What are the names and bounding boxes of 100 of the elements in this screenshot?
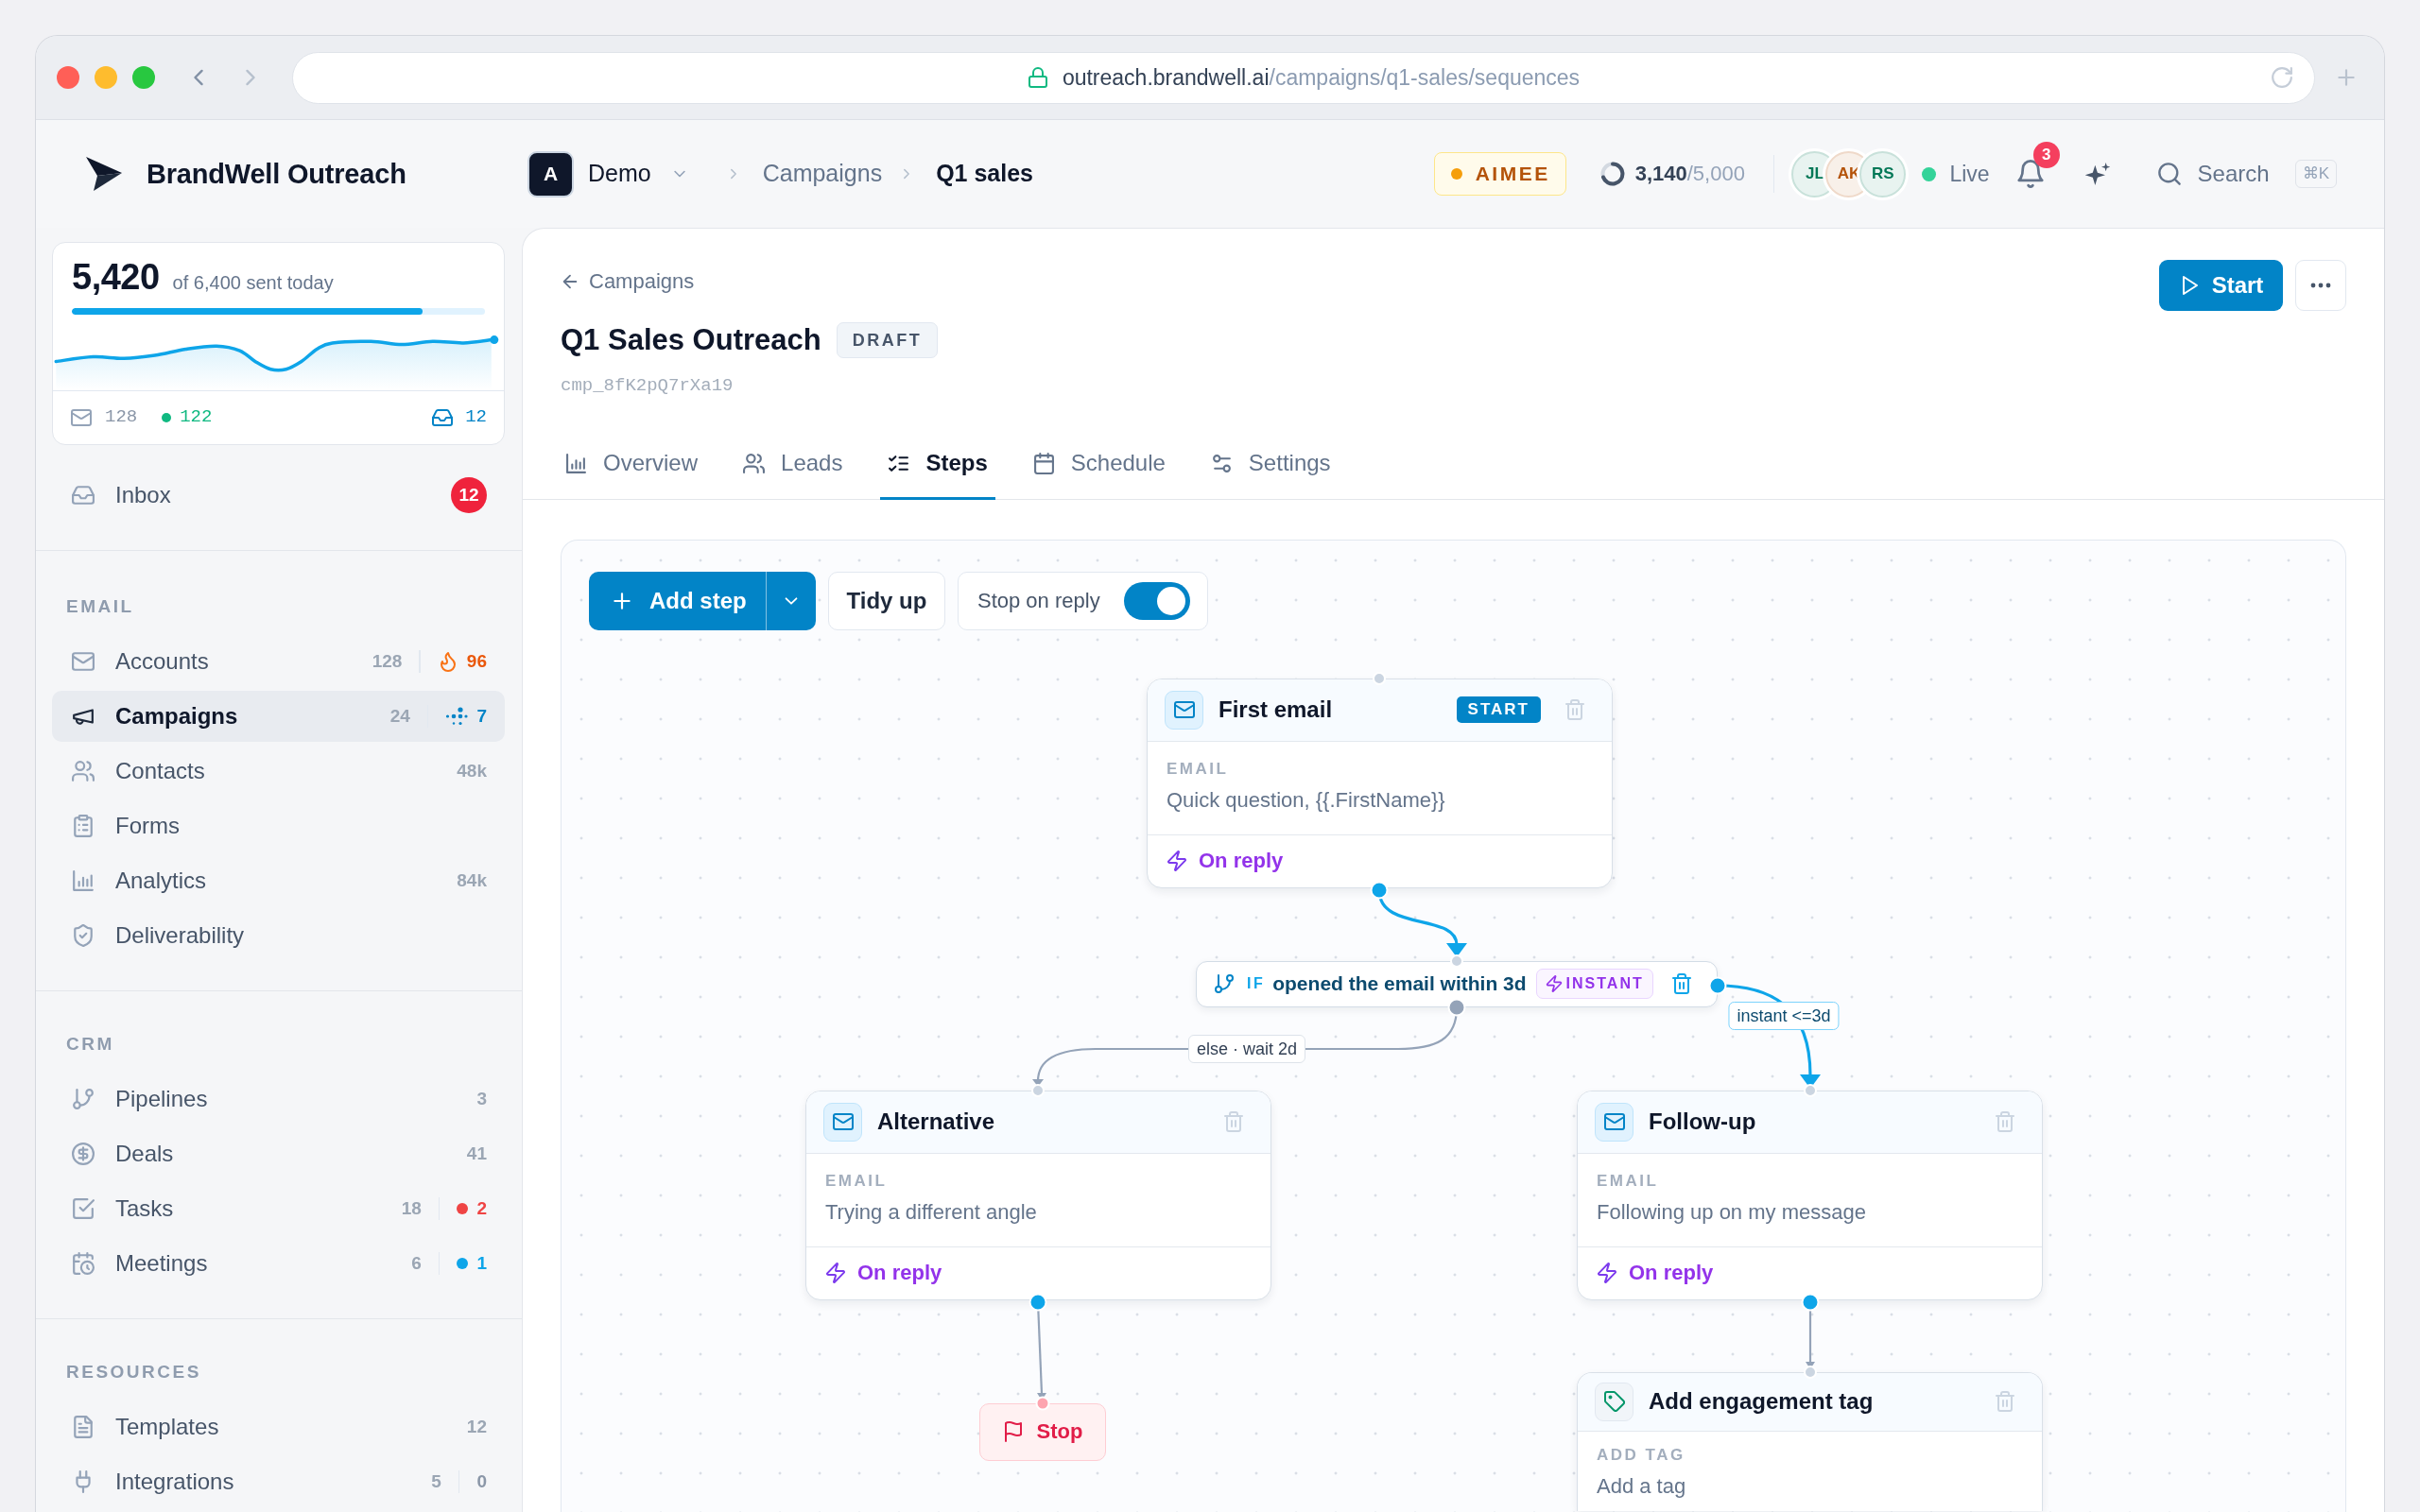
delivered-count: 122 <box>180 406 213 429</box>
nav-item[interactable]: Accounts 128 96 <box>52 636 505 687</box>
more-button[interactable] <box>2295 260 2346 311</box>
sent-caption: of 6,400 sent today <box>172 271 334 295</box>
lightning-icon <box>1167 850 1187 871</box>
dots-icon <box>445 707 469 726</box>
item-count: 6 <box>411 1252 422 1275</box>
trash-icon[interactable] <box>1995 1111 2015 1132</box>
more-icon <box>2310 283 2331 288</box>
tab[interactable]: Steps <box>880 430 995 500</box>
status-badge: DRAFT <box>836 322 939 358</box>
section-heading: CRM <box>66 1033 115 1056</box>
connection-handle[interactable] <box>1373 671 1386 685</box>
step-title: Follow-up <box>1649 1108 1756 1136</box>
sliders-icon <box>1210 452 1233 474</box>
reload-icon[interactable] <box>2271 66 2293 89</box>
breadcrumb-link[interactable]: Campaigns <box>762 159 883 189</box>
section-heading: EMAIL <box>66 595 135 618</box>
subject-text: Trying a different angle <box>825 1198 1038 1226</box>
window-zoom-button[interactable] <box>132 66 155 89</box>
toggle-switch[interactable] <box>1124 581 1190 620</box>
nav-item[interactable]: Templates 12 <box>52 1401 505 1452</box>
mail-icon <box>823 1102 862 1142</box>
item-count: 24 <box>389 705 410 728</box>
lightning-icon <box>1545 975 1563 992</box>
step-title: Add engagement tag <box>1649 1387 1874 1416</box>
trigger-label: On reply <box>857 1260 942 1286</box>
trash-icon[interactable] <box>1223 1111 1244 1132</box>
tab[interactable]: Overview <box>558 430 706 500</box>
tag-icon <box>1595 1382 1634 1421</box>
address-bar[interactable]: outreach.brandwell.ai/campaigns/q1-sales/sequences <box>292 51 2315 104</box>
secondary-count: 2 <box>476 1197 487 1220</box>
item-count: 12 <box>466 1416 487 1438</box>
connection-handle[interactable] <box>1450 954 1463 968</box>
tab[interactable]: Leads <box>735 430 851 500</box>
nav-item[interactable]: Pipelines 3 <box>52 1074 505 1125</box>
tab[interactable]: Schedule <box>1025 430 1173 500</box>
secondary-count: 96 <box>466 650 487 673</box>
nav-item[interactable]: Campaigns 24 7 <box>52 691 505 742</box>
lightning-icon <box>1597 1263 1617 1283</box>
window-minimize-button[interactable] <box>95 66 117 89</box>
add-step-button[interactable]: Add step <box>589 571 766 630</box>
page-title: Q1 Sales Outreach <box>561 322 821 358</box>
tidy-up-button[interactable]: Tidy up <box>828 571 945 630</box>
mail-icon <box>1595 1102 1634 1142</box>
connection-handle[interactable] <box>1035 1396 1050 1410</box>
item-count: 84k <box>457 869 487 892</box>
nav-item[interactable]: Meetings 6 1 <box>52 1238 505 1289</box>
connection-handle[interactable] <box>1804 1365 1817 1379</box>
tab[interactable]: Settings <box>1202 430 1339 500</box>
subject-text: Following up on my message <box>1597 1198 1867 1226</box>
flag-icon <box>1002 1421 1024 1442</box>
connection-handle[interactable] <box>1031 1083 1045 1097</box>
bar-chart-icon <box>565 452 587 474</box>
breadcrumb-current: Q1 sales <box>936 159 1033 189</box>
trash-icon[interactable] <box>1564 699 1585 720</box>
checked-box-icon <box>72 1197 95 1220</box>
keyboard-shortcut: ⌘K <box>2294 160 2337 188</box>
nav-item[interactable]: Inbox 12 <box>52 470 505 521</box>
sparkle-icon[interactable] <box>2083 162 2111 186</box>
nav-item[interactable]: Deliverability <box>52 910 505 961</box>
inbox-tray-icon <box>72 484 95 507</box>
status-dot-icon <box>1922 166 1937 181</box>
inbox-tray-icon <box>432 407 454 428</box>
back-link[interactable]: Campaigns <box>561 267 695 296</box>
arrow-left-icon <box>561 272 579 291</box>
bell-icon[interactable] <box>2015 160 2045 188</box>
workspace-avatar: A <box>527 150 574 198</box>
search-icon <box>2156 162 2182 186</box>
reply-count: 12 <box>465 406 487 429</box>
nav-item[interactable]: Forms <box>52 800 505 851</box>
nav-item[interactable]: Tasks 18 2 <box>52 1183 505 1234</box>
search-button[interactable]: Search <box>2156 160 2270 188</box>
start-button[interactable]: Start <box>2159 260 2283 311</box>
nav-item[interactable]: Integrations 5 0 <box>52 1456 505 1507</box>
loading-ring-icon <box>1599 162 1625 186</box>
condition-keyword: IF <box>1247 974 1266 993</box>
nav-item[interactable]: Analytics 84k <box>52 855 505 906</box>
workspace-name[interactable]: Demo <box>588 159 651 189</box>
trigger-label: On reply <box>1629 1260 1714 1286</box>
paper-plane-icon <box>85 156 123 192</box>
trash-icon[interactable] <box>1671 973 1692 994</box>
envelope-icon <box>72 650 95 673</box>
item-count: 128 <box>372 650 403 673</box>
window-close-button[interactable] <box>57 66 79 89</box>
nav-item[interactable]: Contacts 48k <box>52 746 505 797</box>
assistant-button[interactable]: AIMEE <box>1433 152 1566 196</box>
unread-badge: 12 <box>451 477 487 513</box>
step-title: Alternative <box>877 1108 995 1136</box>
people-icon <box>743 452 766 474</box>
nav-item[interactable]: Deals 41 <box>52 1128 505 1179</box>
email-count: 128 <box>105 406 138 429</box>
new-tab-icon[interactable] <box>2335 66 2358 89</box>
connection-handle[interactable] <box>1804 1083 1817 1097</box>
secondary-count: 0 <box>476 1470 487 1493</box>
brand-name: BrandWell Outreach <box>147 157 406 191</box>
trash-icon[interactable] <box>1995 1391 2015 1412</box>
status-dot-icon <box>1450 168 1462 180</box>
add-step-menu-button[interactable] <box>766 571 816 630</box>
url-text: outreach.brandwell.ai/campaigns/q1-sales/sequences <box>1062 63 1581 92</box>
